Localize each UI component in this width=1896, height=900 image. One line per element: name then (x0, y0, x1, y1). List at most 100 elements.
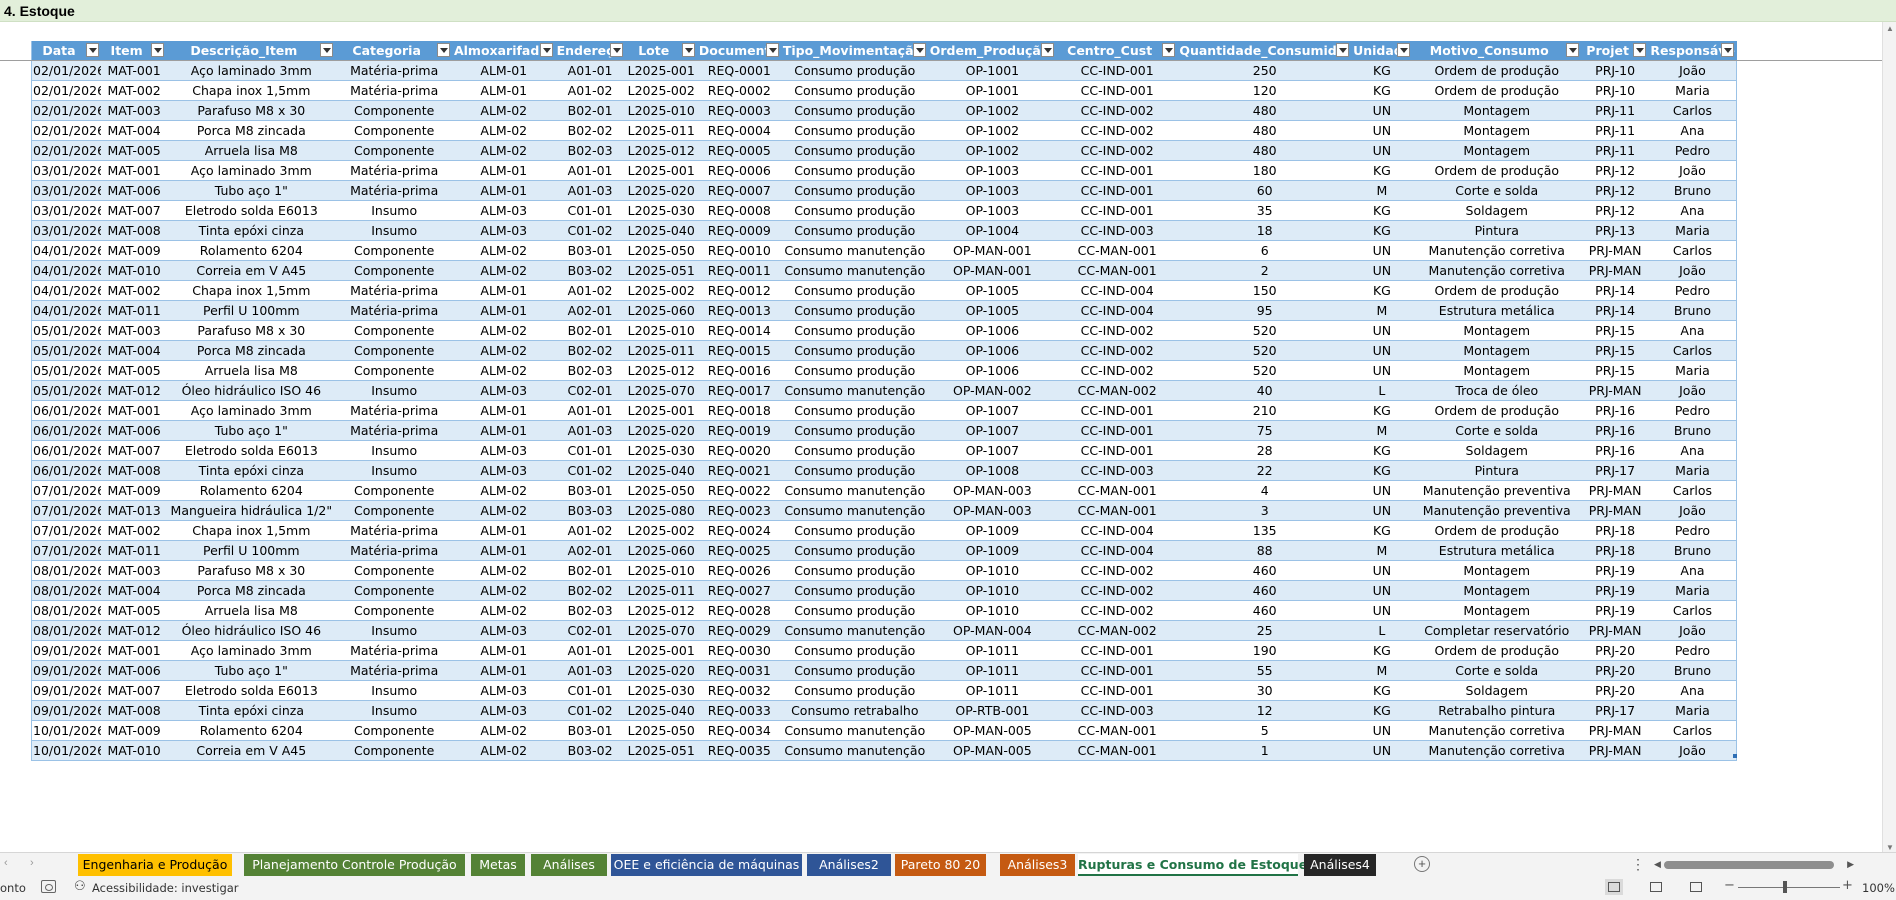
table-cell[interactable]: L2025-070 (625, 619, 698, 640)
table-cell[interactable]: Consumo manutenção (781, 619, 929, 640)
filter-dropdown-icon[interactable] (539, 43, 553, 57)
table-cell[interactable]: CC-IND-001 (1056, 159, 1178, 180)
table-cell[interactable]: MAT-009 (101, 479, 167, 500)
table-cell[interactable]: A01-03 (555, 659, 626, 680)
table-cell[interactable]: ALM-02 (452, 259, 556, 280)
table-cell[interactable]: 2 (1177, 259, 1352, 280)
table-cell[interactable]: Consumo manutenção (781, 719, 929, 740)
table-cell[interactable]: CC-IND-002 (1056, 119, 1178, 140)
table-cell[interactable]: Consumo manutenção (781, 379, 929, 400)
table-cell[interactable]: PRJ-20 (1581, 659, 1649, 680)
table-cell[interactable]: ALM-03 (452, 379, 556, 400)
table-cell[interactable]: Componente (335, 259, 453, 280)
table-cell[interactable]: Ana (1648, 679, 1737, 700)
table-cell[interactable]: 520 (1177, 319, 1352, 340)
zoom-slider-thumb[interactable] (1783, 881, 1787, 893)
table-cell[interactable]: CC-IND-002 (1056, 139, 1178, 160)
table-cell[interactable]: CC-MAN-001 (1056, 499, 1178, 520)
table-cell[interactable]: CC-IND-002 (1056, 99, 1178, 120)
accessibility-icon[interactable]: ⚇ (74, 879, 86, 894)
table-cell[interactable]: ALM-03 (452, 619, 556, 640)
zoom-level[interactable]: 100% (1862, 881, 1895, 895)
table-cell[interactable]: ALM-01 (452, 539, 556, 560)
table-cell[interactable]: 07/01/2026 (31, 499, 102, 520)
table-cell[interactable]: REQ-0016 (697, 359, 782, 380)
table-cell[interactable]: MAT-008 (101, 219, 167, 240)
table-cell[interactable]: OP-MAN-004 (928, 619, 1057, 640)
table-cell[interactable]: Componente (335, 559, 453, 580)
table-cell[interactable]: B03-02 (555, 259, 626, 280)
table-cell[interactable]: MAT-004 (101, 119, 167, 140)
table-cell[interactable]: Manutenção corretiva (1412, 259, 1582, 280)
table-cell[interactable]: OP-MAN-001 (928, 259, 1057, 280)
table-cell[interactable]: CC-IND-002 (1056, 599, 1178, 620)
table-cell[interactable]: 02/01/2026 (31, 139, 102, 160)
table-cell[interactable]: C01-01 (555, 439, 626, 460)
table-cell[interactable]: L2025-070 (625, 379, 698, 400)
sheet-tab[interactable]: Planejamento Controle Produção (244, 854, 465, 876)
table-cell[interactable]: 07/01/2026 (31, 539, 102, 560)
table-cell[interactable]: Consumo manutenção (781, 239, 929, 260)
table-cell[interactable]: CC-IND-001 (1056, 659, 1178, 680)
table-cell[interactable]: CC-IND-003 (1056, 219, 1178, 240)
table-cell[interactable]: Manutenção preventiva (1412, 499, 1582, 520)
table-cell[interactable]: Montagem (1412, 599, 1582, 620)
table-cell[interactable]: MAT-009 (101, 239, 167, 260)
sheet-tab[interactable]: Rupturas e Consumo de Estoque (1078, 854, 1307, 876)
table-cell[interactable]: ALM-01 (452, 659, 556, 680)
table-cell[interactable]: Consumo produção (781, 539, 929, 560)
table-cell[interactable]: UN (1351, 119, 1413, 140)
sheet-tab[interactable]: Análises2 (807, 854, 891, 876)
table-cell[interactable]: MAT-007 (101, 199, 167, 220)
table-cell[interactable]: OP-1003 (928, 199, 1057, 220)
table-cell[interactable]: Insumo (335, 619, 453, 640)
table-cell[interactable]: Retrabalho pintura (1412, 699, 1582, 720)
table-cell[interactable]: PRJ-12 (1581, 179, 1649, 200)
table-cell[interactable]: Parafuso M8 x 30 (166, 319, 336, 340)
table-cell[interactable]: Carlos (1648, 239, 1737, 260)
table-cell[interactable]: L2025-012 (625, 359, 698, 380)
filter-dropdown-icon[interactable] (1336, 43, 1350, 57)
table-cell[interactable]: Carlos (1648, 99, 1737, 120)
table-cell[interactable]: MAT-006 (101, 659, 167, 680)
table-cell[interactable]: Soldagem (1412, 439, 1582, 460)
column-header[interactable]: Almoxarifad (452, 41, 556, 60)
table-cell[interactable]: REQ-0021 (697, 459, 782, 480)
table-cell[interactable]: Aço laminado 3mm (166, 399, 336, 420)
table-cell[interactable]: L (1351, 379, 1413, 400)
table-cell[interactable]: REQ-0020 (697, 439, 782, 460)
table-cell[interactable]: Soldagem (1412, 679, 1582, 700)
table-cell[interactable]: 09/01/2026 (31, 679, 102, 700)
table-cell[interactable]: Consumo produção (781, 459, 929, 480)
table-cell[interactable]: 03/01/2026 (31, 219, 102, 240)
table-cell[interactable]: REQ-0035 (697, 739, 782, 761)
table-cell[interactable]: Pedro (1648, 639, 1737, 660)
table-cell[interactable]: B02-02 (555, 339, 626, 360)
table-cell[interactable]: 135 (1177, 519, 1352, 540)
table-cell[interactable]: CC-IND-004 (1056, 519, 1178, 540)
table-cell[interactable]: OP-1006 (928, 359, 1057, 380)
table-cell[interactable]: PRJ-15 (1581, 359, 1649, 380)
table-cell[interactable]: Pedro (1648, 279, 1737, 300)
table-cell[interactable]: 150 (1177, 279, 1352, 300)
table-cell[interactable]: 30 (1177, 679, 1352, 700)
table-cell[interactable]: UN (1351, 559, 1413, 580)
table-cell[interactable]: Matéria-prima (335, 279, 453, 300)
table-cell[interactable]: OP-1010 (928, 599, 1057, 620)
table-cell[interactable]: ALM-01 (452, 79, 556, 100)
table-cell[interactable]: Consumo produção (781, 59, 929, 80)
table-cell[interactable]: ALM-01 (452, 399, 556, 420)
column-header[interactable]: Endereç (555, 41, 626, 60)
table-cell[interactable]: João (1648, 619, 1737, 640)
table-cell[interactable]: 06/01/2026 (31, 439, 102, 460)
table-cell[interactable]: OP-1006 (928, 339, 1057, 360)
table-cell[interactable]: Tinta epóxi cinza (166, 219, 336, 240)
page-layout-button[interactable] (1647, 879, 1665, 895)
table-cell[interactable]: Manutenção preventiva (1412, 479, 1582, 500)
table-cell[interactable]: PRJ-16 (1581, 419, 1649, 440)
table-cell[interactable]: Maria (1648, 79, 1737, 100)
table-cell[interactable]: Carlos (1648, 339, 1737, 360)
table-cell[interactable]: PRJ-19 (1581, 559, 1649, 580)
table-cell[interactable]: UN (1351, 99, 1413, 120)
table-cell[interactable]: Pintura (1412, 459, 1582, 480)
